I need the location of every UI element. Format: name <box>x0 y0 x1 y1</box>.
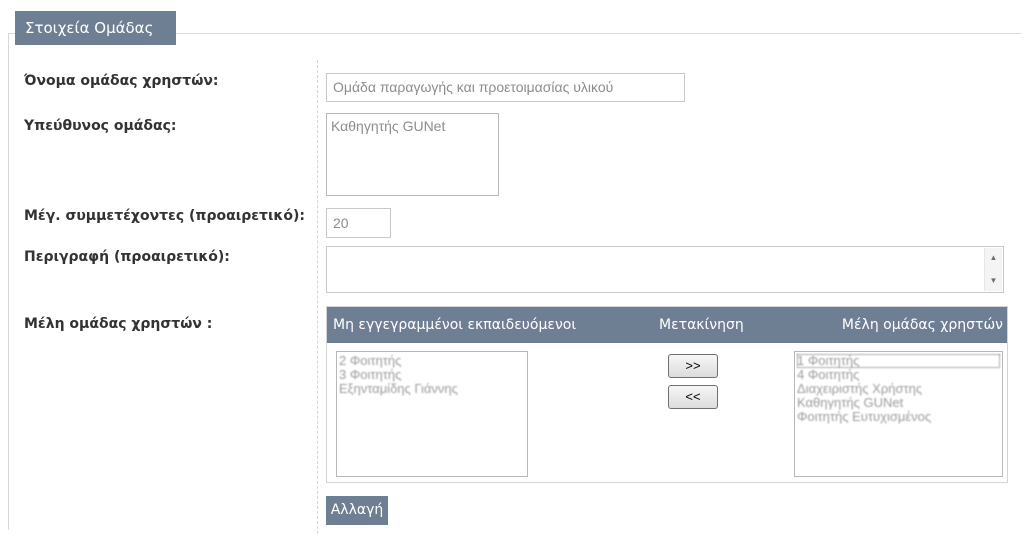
members-label: Μέλη ομάδας χρηστών : <box>24 316 213 332</box>
members-column-header: Μέλη ομάδας χρηστών <box>841 317 1003 333</box>
group-tutor-select[interactable]: Καθηγητής GUNet <box>326 113 499 196</box>
description-scrollbar[interactable]: ▲ ▼ <box>984 248 1002 291</box>
group-tutor-label: Υπεύθυνος ομάδας: <box>24 118 177 134</box>
group-members-listbox[interactable]: 1 Φοιτητής 4 Φοιτητής Διαχειριστής Χρήστης… <box>794 351 1003 477</box>
add-member-button[interactable]: >> <box>668 354 718 378</box>
max-members-label: Μέγ. συμμετέχοντες (προαιρετικό): <box>24 208 305 224</box>
move-column-header: Μετακίνηση <box>659 317 744 333</box>
tutor-option[interactable]: Καθηγητής GUNet <box>331 117 494 135</box>
unregistered-user-option[interactable]: 3 Φοιτητής <box>339 368 525 382</box>
form-column-divider <box>317 60 318 534</box>
group-member-option[interactable]: Φοιτητής Ευτυχισμένος <box>797 410 1000 424</box>
description-textarea[interactable]: ▲ ▼ <box>326 246 1004 293</box>
group-member-option[interactable]: 1 Φοιτητής <box>797 354 1000 368</box>
unregistered-users-listbox[interactable]: 2 Φοιτητής 3 Φοιτητής Εξηνταμίδης Γιάννης <box>336 351 528 477</box>
scroll-down-arrow-icon[interactable]: ▼ <box>985 273 1002 289</box>
group-member-option[interactable]: Καθηγητής GUNet <box>797 396 1000 410</box>
description-label: Περιγραφή (προαιρετικό): <box>24 249 230 265</box>
group-member-option[interactable]: 4 Φοιτητής <box>797 368 1000 382</box>
remove-member-button[interactable]: << <box>668 385 718 409</box>
members-table-header: Μη εγγεγραμμένοι εκπαιδευόμενοι Μετακίνη… <box>327 307 1007 343</box>
group-name-label: Όνομα ομάδας χρηστών: <box>24 73 219 89</box>
group-member-option[interactable]: Διαχειριστής Χρήστης <box>797 382 1000 396</box>
group-name-input[interactable]: Ομάδα παραγωγής και προετοιμασίας υλικού <box>326 73 685 102</box>
unregistered-column-header: Μη εγγεγραμμένοι εκπαιδευόμενοι <box>333 317 577 333</box>
unregistered-user-option[interactable]: 2 Φοιτητής <box>339 354 525 368</box>
max-members-input[interactable]: 20 <box>326 208 391 238</box>
unregistered-user-option[interactable]: Εξηνταμίδης Γιάννης <box>339 382 525 396</box>
fieldset-legend: Στοιχεία Ομάδας <box>15 11 176 45</box>
submit-change-button[interactable]: Αλλαγή <box>326 496 388 525</box>
scroll-up-arrow-icon[interactable]: ▲ <box>985 250 1002 266</box>
